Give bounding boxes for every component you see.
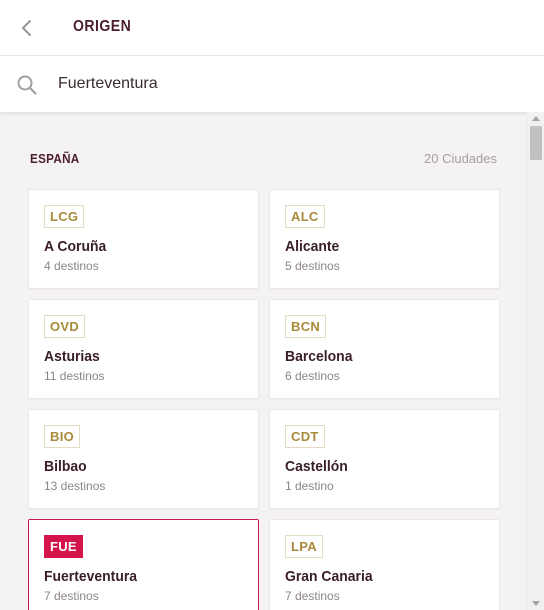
airport-code-badge: BCN — [285, 315, 327, 338]
destinations-count: 5 destinos — [285, 259, 340, 273]
city-card[interactable]: OVD Asturias 11 destinos — [28, 299, 259, 399]
section-title: ESPAÑA — [30, 151, 80, 166]
destinations-count: 7 destinos — [44, 589, 99, 603]
city-name: Fuerteventura — [44, 568, 138, 585]
search-input[interactable] — [58, 70, 498, 98]
airport-code-badge: LPA — [285, 535, 323, 558]
city-grid: LCG A Coruña 4 destinos ALC Alicante 5 destin… — [28, 189, 500, 610]
city-name: Bilbao — [44, 458, 87, 475]
scroll-down-arrow-icon[interactable] — [532, 601, 540, 606]
city-name: Gran Canaria — [285, 568, 373, 585]
destinations-count: 13 destinos — [44, 479, 106, 493]
destinations-count: 7 destinos — [285, 589, 340, 603]
city-name: Alicante — [285, 238, 340, 255]
search-icon — [17, 75, 37, 95]
city-card[interactable]: BCN Barcelona 6 destinos — [269, 299, 500, 399]
destinations-count: 1 destino — [285, 479, 334, 493]
city-card[interactable]: LCG A Coruña 4 destinos — [28, 189, 259, 289]
city-card[interactable]: FUE Fuerteventura 7 destinos — [28, 519, 259, 610]
chevron-left-icon — [22, 20, 31, 36]
search-bar — [0, 56, 544, 112]
scroll-up-arrow-icon[interactable] — [532, 116, 540, 121]
airport-code-badge: LCG — [44, 205, 85, 228]
page-title: ORIGEN — [73, 18, 132, 35]
city-name: Barcelona — [285, 348, 353, 365]
destinations-count: 4 destinos — [44, 259, 99, 273]
city-card[interactable]: LPA Gran Canaria 7 destinos — [269, 519, 500, 610]
airport-code-badge: ALC — [285, 205, 325, 228]
airport-code-badge: OVD — [44, 315, 86, 338]
city-card[interactable]: CDT Castellón 1 destino — [269, 409, 500, 509]
city-name: Castellón — [285, 458, 348, 475]
destinations-count: 11 destinos — [44, 369, 105, 383]
airport-code-badge: BIO — [44, 425, 81, 448]
city-card[interactable]: BIO Bilbao 13 destinos — [28, 409, 259, 509]
city-name: A Coruña — [44, 238, 107, 255]
city-card[interactable]: ALC Alicante 5 destinos — [269, 189, 500, 289]
header-bar: ORIGEN — [0, 0, 544, 56]
airport-code-badge: CDT — [285, 425, 325, 448]
city-list-panel: ESPAÑA 20 Ciudades LCG A Coruña 4 destinos… — [0, 112, 526, 610]
destinations-count: 6 destinos — [285, 369, 340, 383]
city-name: Asturias — [44, 348, 100, 365]
back-button[interactable] — [14, 14, 42, 42]
scroll-thumb[interactable] — [530, 126, 542, 160]
airport-code-badge: FUE — [44, 535, 83, 558]
section-count: 20 Ciudades — [424, 151, 497, 166]
scrollbar[interactable] — [526, 112, 544, 610]
